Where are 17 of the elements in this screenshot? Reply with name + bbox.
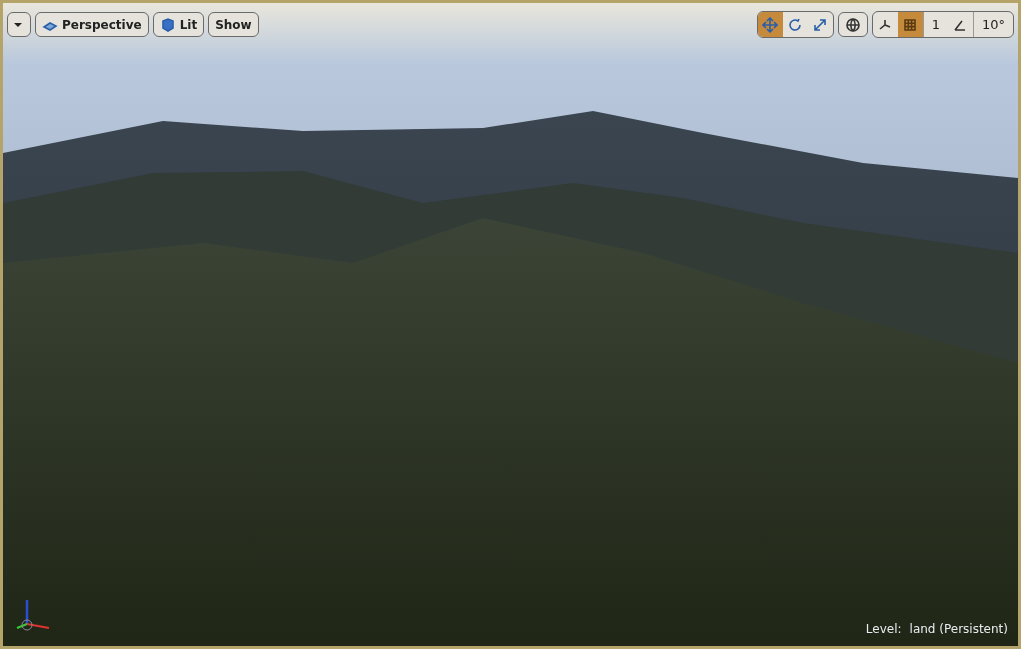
world-space-button[interactable] — [837, 12, 868, 37]
dropdown-button[interactable] — [7, 12, 31, 37]
level-label: Level: — [865, 622, 902, 636]
scale-arrows-icon — [812, 16, 829, 33]
globe-icon — [844, 16, 861, 33]
grid-icon — [902, 16, 919, 33]
grid-snap-button[interactable] — [897, 12, 923, 37]
grid-size-dropdown[interactable]: 1 — [922, 12, 948, 37]
rotate-icon — [787, 16, 804, 33]
move-arrows-icon — [762, 16, 779, 33]
cube-icon — [159, 16, 176, 33]
view-mode-button[interactable]: Lit — [152, 12, 205, 37]
perspective-button[interactable]: Perspective — [35, 12, 149, 37]
level-name: land (Persistent) — [909, 622, 1008, 636]
show-button[interactable]: Show — [208, 12, 259, 37]
rotation-snap-dropdown[interactable]: 10° — [972, 12, 1013, 37]
caret-icon — [14, 22, 22, 27]
